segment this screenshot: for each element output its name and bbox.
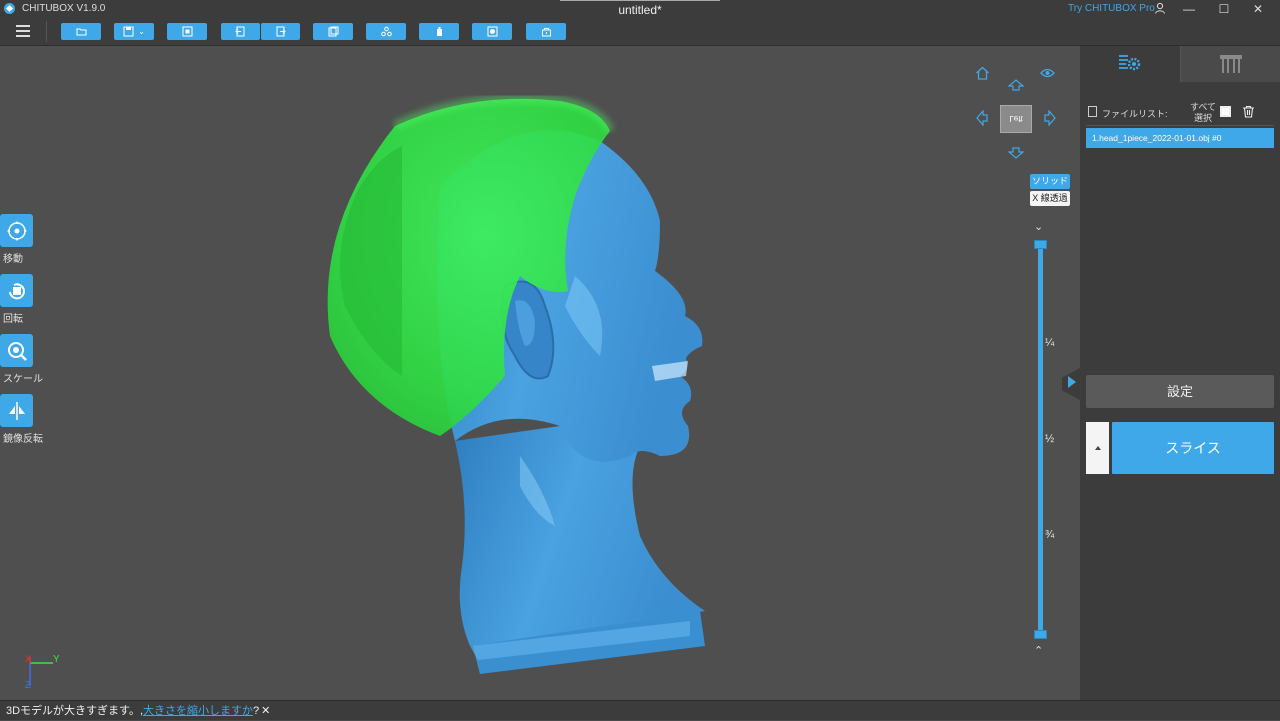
- mirror-label: 鏡像反転: [3, 434, 43, 445]
- toolbar-divider: [46, 21, 47, 42]
- caret-up-icon: [1094, 446, 1101, 450]
- head-model[interactable]: [0, 46, 1080, 700]
- settings-button[interactable]: 設定: [1086, 375, 1274, 408]
- cube-frame-icon: [487, 26, 497, 37]
- minimize-button[interactable]: —: [1174, 0, 1204, 17]
- axis-gizmo: [29, 657, 53, 686]
- undo-button[interactable]: [221, 23, 260, 40]
- move-label: 移動: [3, 254, 23, 265]
- redo-icon: [276, 26, 286, 37]
- rotate-tool[interactable]: 回転: [0, 274, 40, 325]
- shrink-model-link[interactable]: 大きさを縮小しますか: [143, 705, 253, 717]
- home-icon[interactable]: [975, 66, 990, 80]
- tab-model-settings[interactable]: [1080, 46, 1180, 82]
- file-list-divider: [1086, 125, 1274, 126]
- scale-icon[interactable]: [0, 334, 33, 367]
- supports-button[interactable]: [366, 23, 406, 40]
- folder-icon: [76, 28, 86, 36]
- axis-label-y: Y: [53, 654, 60, 665]
- redo-button[interactable]: [261, 23, 300, 40]
- tab-supports[interactable]: [1180, 46, 1280, 82]
- settings-button[interactable]: [526, 23, 566, 40]
- close-button[interactable]: ✕: [1243, 0, 1273, 17]
- axis-label-z: Z: [25, 680, 32, 691]
- xray-mode-button[interactable]: X 線透過: [1030, 191, 1070, 206]
- scale-label: スケール: [3, 374, 43, 385]
- trash-icon[interactable]: [1242, 105, 1255, 118]
- main-toolbar: ⌄: [0, 17, 1280, 46]
- slider-mark-three-quarter: ¾: [1045, 529, 1055, 541]
- chevron-up-icon[interactable]: ⌃: [1034, 644, 1043, 657]
- support-structure-icon: [1219, 55, 1242, 73]
- layer-slider-bottom-handle[interactable]: [1034, 630, 1047, 639]
- chevron-down-icon: ⌄: [138, 27, 145, 36]
- document-icon: [1088, 106, 1097, 117]
- layer-slider-top-handle[interactable]: [1034, 240, 1047, 249]
- close-status-icon[interactable]: ✕: [261, 705, 270, 717]
- status-message: 3Dモデルが大きすぎます。,: [6, 705, 144, 717]
- right-panel: ファイルリスト: すべて選択 1.head_1piece_2022-01-01.…: [1080, 46, 1280, 700]
- view-left-arrow-icon[interactable]: [976, 110, 988, 126]
- molecule-icon: [380, 26, 392, 37]
- move-icon[interactable]: [0, 214, 33, 247]
- axis-label-x: X: [25, 654, 32, 664]
- file-list-title: ファイルリスト:: [1102, 109, 1168, 119]
- copy-icon: [328, 26, 338, 37]
- bottle-icon: [436, 27, 442, 36]
- rotate-label: 回転: [3, 314, 23, 325]
- file-list-item[interactable]: 1.head_1piece_2022-01-01.obj #0: [1086, 128, 1274, 148]
- lock-icon: [541, 28, 551, 37]
- app-name: CHITUBOX V1.9.0: [22, 3, 106, 14]
- select-all-checkbox-icon[interactable]: [1220, 106, 1231, 117]
- 3d-viewport[interactable]: X Y Z 移動 回転 スケール 鏡像反転 Left ソリッド X 線透過 ⌄ …: [0, 46, 1080, 700]
- scene-button[interactable]: [472, 23, 512, 40]
- move-tool[interactable]: 移動: [0, 214, 40, 265]
- user-icon[interactable]: [1154, 2, 1166, 14]
- save-icon: [123, 26, 134, 37]
- title-bar: CHITUBOX V1.9.0 untitled* Try CHITUBOX P…: [0, 0, 1280, 17]
- chevron-down-icon[interactable]: ⌄: [1034, 220, 1043, 233]
- scale-tool[interactable]: スケール: [0, 334, 43, 385]
- app-logo-icon: [4, 3, 15, 14]
- view-right-arrow-icon[interactable]: [1044, 110, 1056, 126]
- try-pro-link[interactable]: Try CHITUBOX Pro: [1068, 3, 1155, 14]
- play-arrow-icon[interactable]: [1068, 376, 1076, 388]
- title-underline: [560, 0, 720, 1]
- mirror-icon[interactable]: [0, 394, 33, 427]
- layer-slider-track[interactable]: [1038, 244, 1043, 636]
- slider-mark-half: ½: [1045, 433, 1055, 445]
- status-bar: 3Dモデルが大きすぎます。,大きさを縮小しますか? ✕: [0, 700, 1280, 720]
- status-suffix: ?: [253, 705, 260, 717]
- document-title: untitled*: [618, 3, 662, 17]
- open-file-button[interactable]: [61, 23, 101, 40]
- slice-options-button[interactable]: [1086, 422, 1109, 474]
- slider-mark-quarter: ¼: [1045, 337, 1055, 349]
- save-button[interactable]: ⌄: [114, 23, 154, 40]
- slice-button[interactable]: スライス: [1112, 422, 1274, 474]
- solid-mode-button[interactable]: ソリッド: [1030, 174, 1070, 189]
- view-bottom-arrow-icon[interactable]: [1008, 147, 1024, 159]
- copy-button[interactable]: [313, 23, 353, 40]
- import-button[interactable]: [167, 23, 207, 40]
- view-top-arrow-icon[interactable]: [1008, 79, 1024, 91]
- menu-icon[interactable]: [16, 25, 30, 37]
- rotate-icon[interactable]: [0, 274, 33, 307]
- list-gear-icon: [1119, 55, 1141, 71]
- undo-icon: [235, 26, 245, 37]
- maximize-button[interactable]: ☐: [1209, 0, 1239, 17]
- hollow-button[interactable]: [419, 23, 459, 40]
- eye-icon[interactable]: [1040, 68, 1055, 78]
- frame-icon: [182, 26, 192, 37]
- view-cube[interactable]: Left: [1000, 105, 1032, 133]
- file-list-header: ファイルリスト: すべて選択: [1088, 102, 1274, 124]
- select-all-link[interactable]: すべて選択: [1188, 102, 1218, 124]
- mirror-tool[interactable]: 鏡像反転: [0, 394, 43, 445]
